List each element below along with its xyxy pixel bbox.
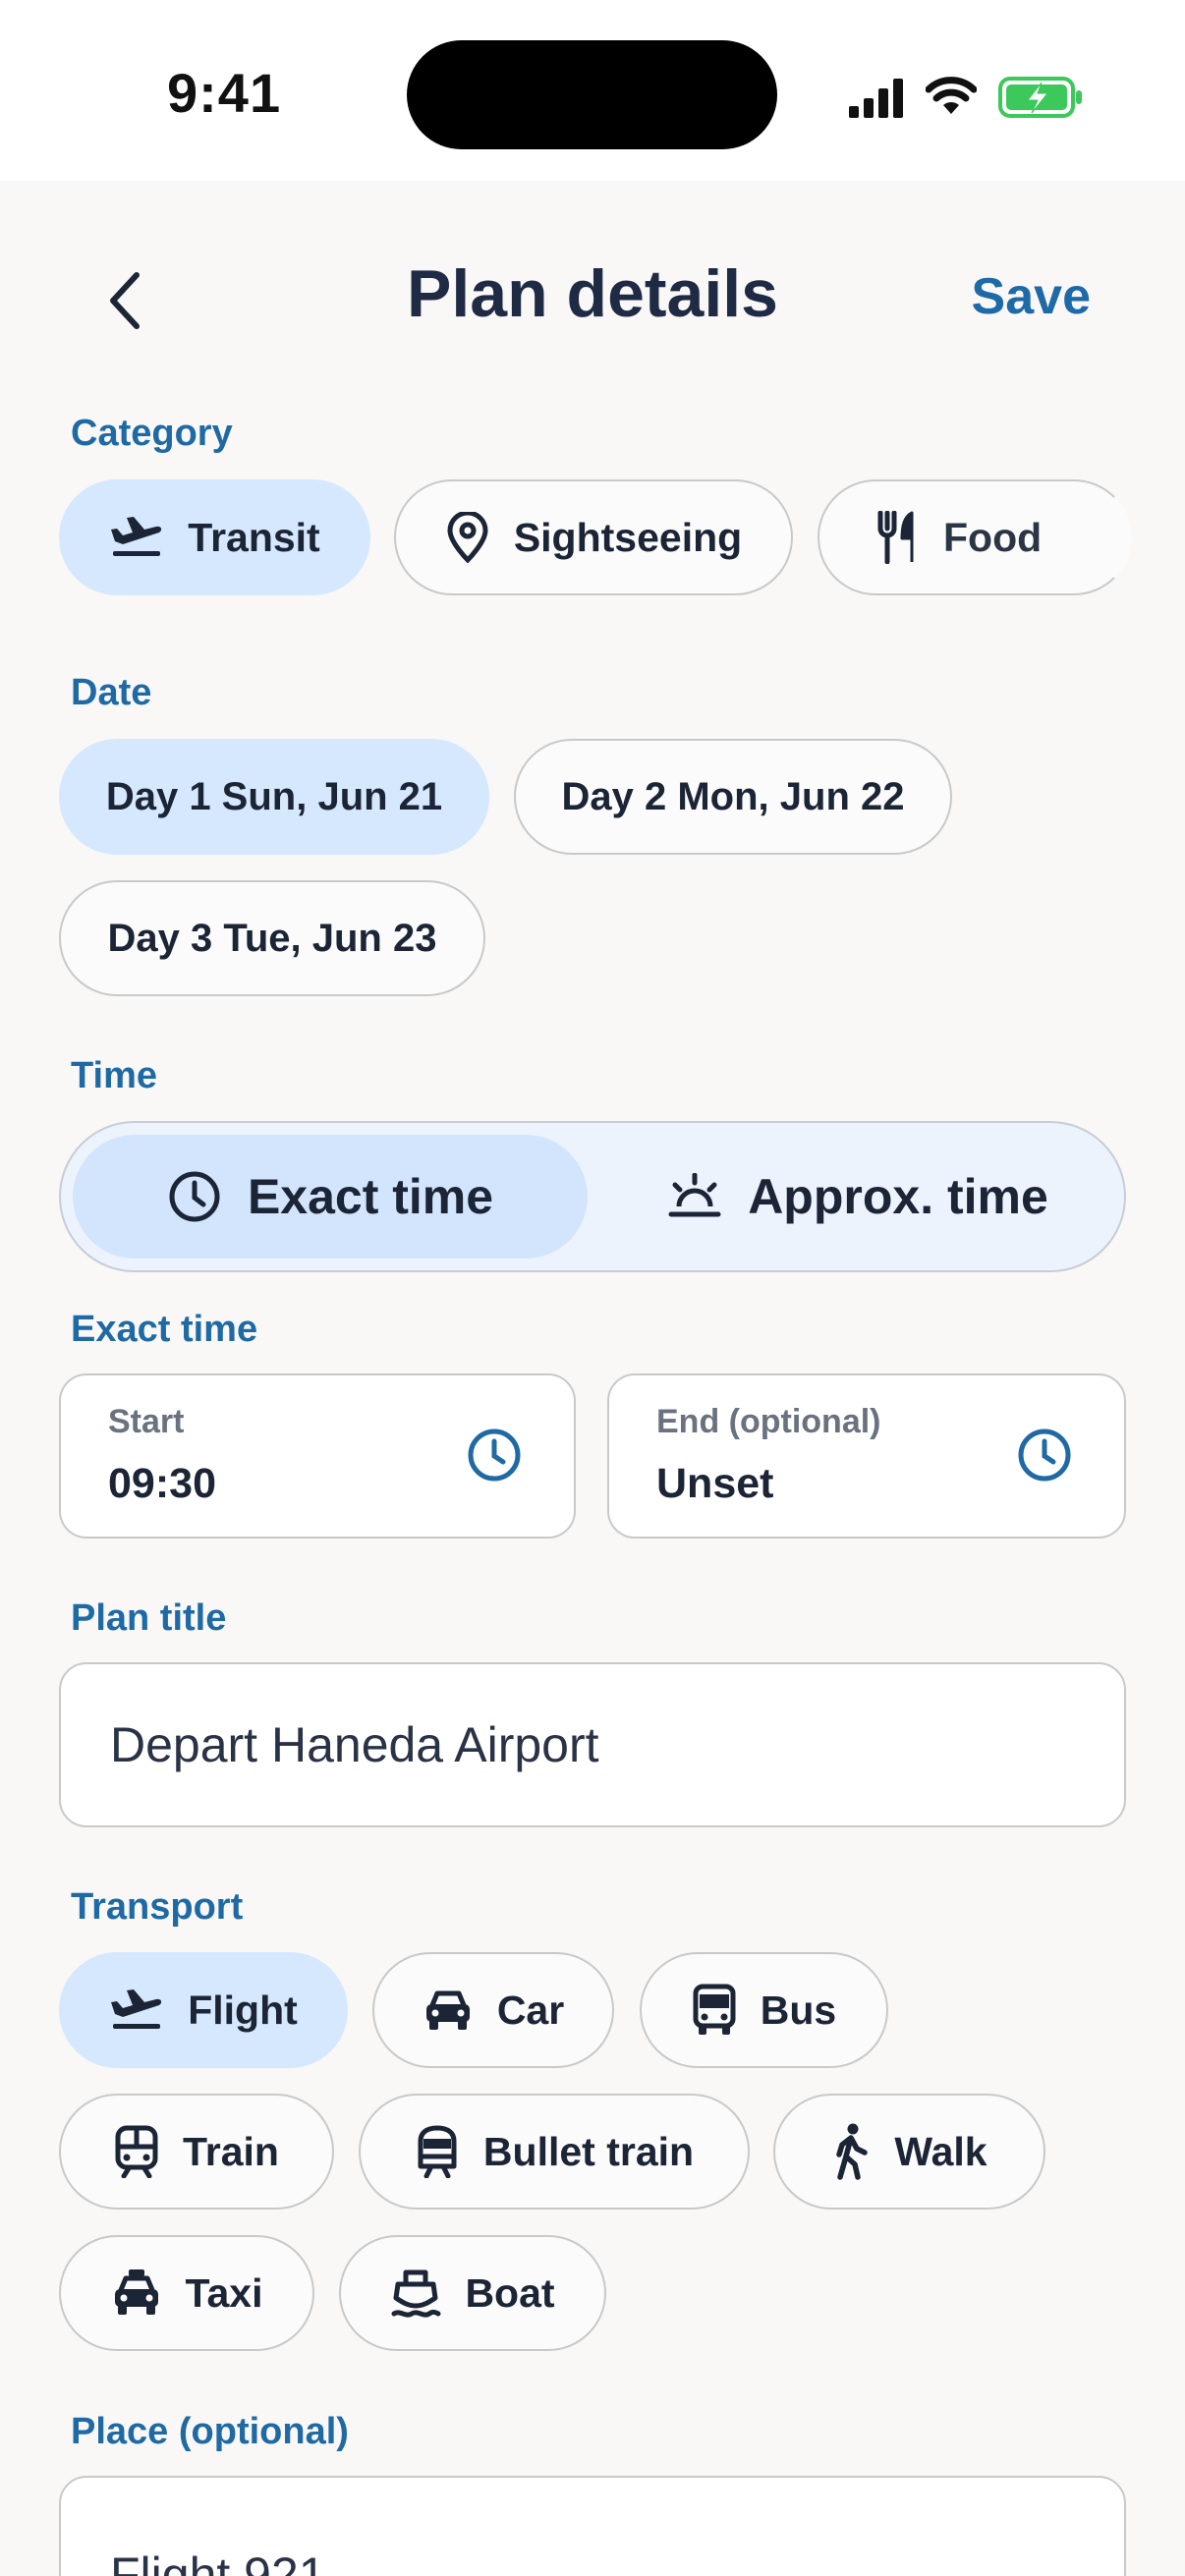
transport-chip-taxi[interactable]: Taxi	[59, 2235, 314, 2351]
start-time-value: 09:30	[108, 1460, 216, 1507]
sunrise-icon	[668, 1173, 721, 1217]
map-pin-icon	[445, 512, 490, 563]
exact-time-option[interactable]: Exact time	[73, 1135, 588, 1259]
bullet-train-icon	[415, 2125, 460, 2178]
signal-icon	[849, 79, 903, 118]
approx-time-option[interactable]: Approx. time	[599, 1135, 1116, 1259]
exact-time-label: Exact time	[71, 1309, 258, 1350]
transport-label: Transport	[71, 1886, 244, 1928]
wifi-icon	[926, 77, 977, 114]
car-icon	[423, 1988, 474, 2033]
chip-label: Food	[943, 514, 1043, 560]
plane-icon	[109, 516, 164, 559]
plan-title-label: Plan title	[71, 1597, 227, 1639]
taxi-icon	[111, 2268, 162, 2318]
battery-icon	[998, 77, 1082, 118]
transport-chip-bus[interactable]: Bus	[640, 1952, 888, 2068]
transport-chip-flight[interactable]: Flight	[59, 1952, 348, 2068]
time-mode-toggle: Exact time Approx. time	[59, 1121, 1126, 1272]
chip-label: Train	[183, 2128, 279, 2174]
header: Plan details Save	[0, 226, 1185, 373]
chip-label: Taxi	[185, 2269, 263, 2316]
time-label: Time	[71, 1055, 158, 1096]
chip-label: Walk	[894, 2128, 988, 2174]
category-chip-food[interactable]: Food	[818, 479, 1132, 595]
clock-icon	[1018, 1428, 1071, 1482]
clock-icon	[169, 1171, 220, 1222]
plan-title-input[interactable]: Depart Haneda Airport	[59, 1662, 1126, 1827]
category-chip-transit[interactable]: Transit	[59, 479, 370, 595]
start-time-field[interactable]: Start 09:30	[59, 1373, 576, 1539]
dynamic-island	[407, 40, 777, 149]
plane-icon	[109, 1988, 164, 2032]
chip-label: Flight	[188, 1987, 298, 2033]
boat-icon	[390, 2267, 441, 2320]
end-time-field[interactable]: End (optional) Unset	[607, 1373, 1126, 1539]
place-label: Place (optional)	[71, 2411, 349, 2452]
date-chip-day1[interactable]: Day 1 Sun, Jun 21	[59, 739, 489, 855]
chip-label: Bullet train	[482, 2128, 695, 2174]
fork-knife-icon	[876, 511, 920, 564]
transport-chip-car[interactable]: Car	[372, 1952, 614, 2068]
chip-label: Sightseeing	[513, 514, 743, 560]
transport-chip-boat[interactable]: Boat	[339, 2235, 606, 2351]
transport-chip-walk[interactable]: Walk	[773, 2094, 1045, 2210]
date-chip-day3[interactable]: Day 3 Tue, Jun 23	[59, 880, 485, 996]
clock-icon	[468, 1428, 521, 1482]
walk-icon	[831, 2123, 871, 2180]
save-button[interactable]: Save	[972, 267, 1091, 326]
end-time-label: End (optional)	[656, 1403, 881, 1440]
chip-label: Transit	[188, 514, 320, 560]
plan-title-value: Depart Haneda Airport	[110, 1717, 599, 1772]
date-chip-day2[interactable]: Day 2 Mon, Jun 22	[514, 739, 952, 855]
transport-chip-bullet-train[interactable]: Bullet train	[359, 2094, 750, 2210]
place-input[interactable]: Flight 921	[59, 2476, 1126, 2576]
category-chip-sightseeing[interactable]: Sightseeing	[394, 479, 793, 595]
end-time-value: Unset	[656, 1460, 774, 1507]
chip-label: Car	[496, 1987, 565, 2033]
transport-chip-train[interactable]: Train	[59, 2094, 334, 2210]
train-icon	[114, 2125, 159, 2178]
chip-label: Bus	[760, 1987, 837, 2033]
category-label: Category	[71, 413, 233, 454]
chip-label: Boat	[465, 2269, 555, 2316]
date-label: Date	[71, 672, 152, 713]
status-time: 9:41	[167, 62, 282, 124]
option-label: Exact time	[247, 1169, 494, 1224]
start-time-label: Start	[108, 1403, 185, 1440]
option-label: Approx. time	[748, 1169, 1048, 1224]
place-value: Flight 921	[110, 2548, 326, 2576]
status-bar: 9:41	[0, 0, 1185, 181]
bus-icon	[692, 1984, 737, 2037]
